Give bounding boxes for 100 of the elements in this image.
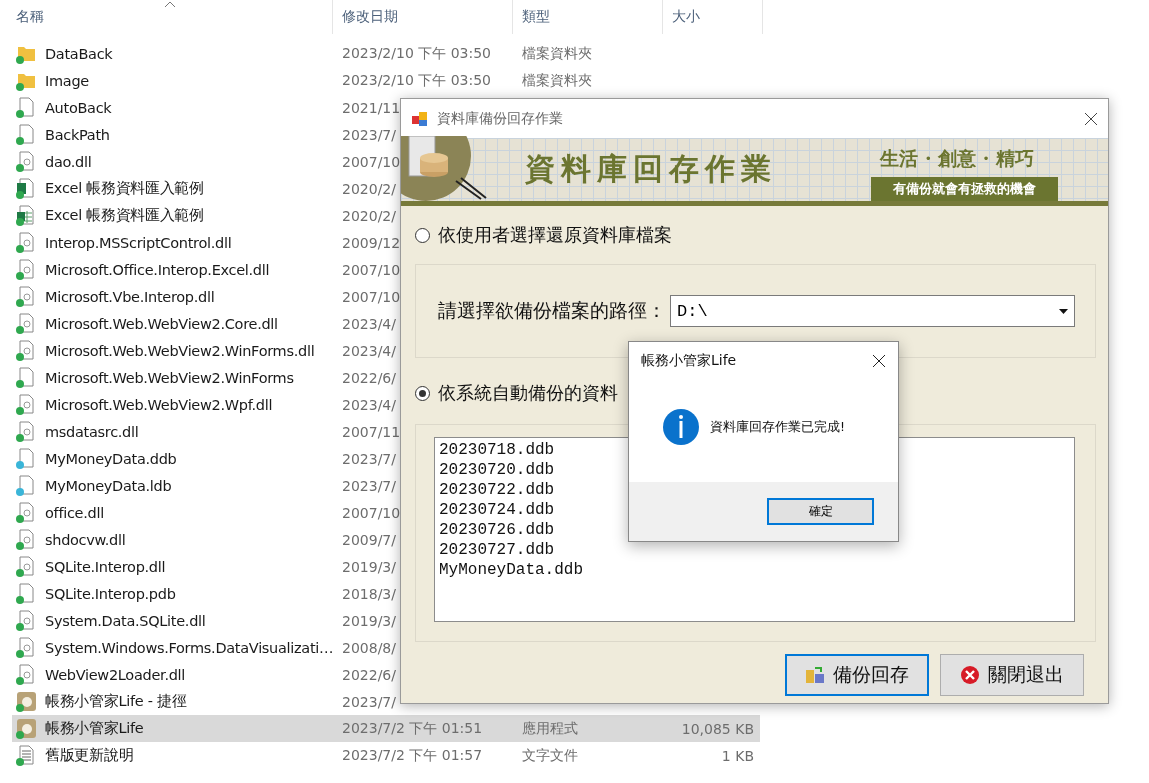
type-cell: 檔案資料夾 — [522, 44, 592, 63]
type-cell: 檔案資料夾 — [522, 71, 592, 90]
date-cell: 2009/7/ — [342, 531, 396, 548]
file-name: Microsoft.Web.WebView2.WinForms — [45, 369, 294, 386]
date-cell: 2023/7/2 下午 01:57 — [342, 746, 483, 765]
date-cell: 2009/12 — [342, 234, 401, 251]
date-cell: 2023/7/2 下午 01:51 — [342, 719, 483, 738]
list-item[interactable]: 20230724.ddb — [439, 500, 555, 520]
file-name: shdocvw.dll — [45, 531, 126, 548]
type-cell: 應用程式 — [522, 719, 578, 738]
database-icon — [805, 665, 825, 685]
message-text: 資料庫回存作業已完成! — [710, 418, 845, 436]
close-icon[interactable] — [872, 354, 886, 368]
file-name: AutoBack — [45, 99, 112, 116]
file-name: MyMoneyData.ddb — [45, 450, 177, 467]
file-name: SQLite.Interop.dll — [45, 558, 166, 575]
dropdown-arrow-icon — [1059, 308, 1068, 314]
file-name: Image — [45, 72, 89, 89]
file-name: MyMoneyData.ldb — [45, 477, 172, 494]
date-cell: 2007/10 — [342, 261, 401, 278]
info-icon — [662, 408, 700, 446]
window-title: 資料庫備份回存作業 — [437, 109, 564, 128]
column-header[interactable]: 修改日期 — [333, 0, 513, 34]
file-name: SQLite.Interop.pdb — [45, 585, 176, 602]
file-name: WebView2Loader.dll — [45, 666, 186, 683]
banner-slogan: 有備份就會有拯救的機會 — [871, 177, 1058, 201]
close-icon — [960, 665, 980, 685]
file-name: office.dll — [45, 504, 104, 521]
date-cell: 2020/2/ — [342, 180, 396, 197]
file-name: 帳務小管家Life - 捷徑 — [45, 692, 187, 711]
file-name: dao.dll — [45, 153, 92, 170]
list-item[interactable]: 20230726.ddb — [439, 520, 555, 540]
file-row[interactable]: System.Windows.Forms.DataVisualizati… 2008/8/ — [12, 634, 760, 661]
file-name: Excel 帳務資料匯入範例 — [45, 179, 204, 198]
date-cell: 2022/6/ — [342, 666, 396, 683]
file-name: 帳務小管家Life — [45, 719, 144, 738]
column-header[interactable]: 類型 — [513, 0, 663, 34]
date-cell: 2020/2/ — [342, 207, 396, 224]
date-cell: 2008/8/ — [342, 639, 396, 656]
file-row[interactable]: 舊版更新說明 2023/7/2 下午 01:57 文字文件 1 KB — [12, 742, 760, 769]
date-cell: 2019/3/ — [342, 558, 396, 575]
list-item[interactable]: MyMoneyData.ddb — [439, 560, 584, 580]
date-cell: 2023/7/ — [342, 126, 396, 143]
file-name: Microsoft.Vbe.Interop.dll — [45, 288, 215, 305]
size-cell: 1 KB — [721, 747, 754, 764]
close-button[interactable]: 關閉退出 — [940, 654, 1084, 696]
file-name: Microsoft.Web.WebView2.Wpf.dll — [45, 396, 273, 413]
file-name: Interop.MSScriptControl.dll — [45, 234, 232, 251]
date-cell: 2023/7/ — [342, 693, 396, 710]
file-row[interactable]: DataBack 2023/2/10 下午 03:50 檔案資料夾 — [12, 40, 760, 67]
ok-button[interactable]: 確定 — [767, 498, 874, 525]
file-name: BackPath — [45, 126, 110, 143]
file-row[interactable]: 帳務小管家Life - 捷徑 2023/7/ — [12, 688, 760, 715]
restore-button[interactable]: 備份回存 — [785, 654, 929, 696]
file-row[interactable]: Microsoft.Office.Interop.Excel.dll 2007/10 — [12, 256, 760, 283]
file-row[interactable]: Image 2023/2/10 下午 03:50 檔案資料夾 — [12, 67, 760, 94]
date-cell: 2023/7/ — [342, 477, 396, 494]
date-cell: 2007/10 — [342, 288, 401, 305]
path-combobox[interactable]: D:\ — [670, 295, 1075, 327]
date-cell: 2018/3/ — [342, 585, 396, 602]
list-item[interactable]: 20230727.ddb — [439, 540, 555, 560]
close-icon[interactable] — [1084, 111, 1098, 126]
banner-tagline: 生活 · 創意 · 精巧 — [880, 146, 1034, 171]
date-cell: 2007/10 — [342, 504, 401, 521]
file-name: System.Data.SQLite.dll — [45, 612, 206, 629]
date-cell: 2023/7/ — [342, 450, 396, 467]
date-cell: 2023/2/10 下午 03:50 — [342, 44, 492, 63]
radio-option[interactable]: 依使用者選擇還原資料庫檔案 — [415, 220, 672, 250]
list-item[interactable]: 20230720.ddb — [439, 460, 555, 480]
message-title: 帳務小管家Life — [641, 352, 737, 370]
radio-icon[interactable] — [415, 227, 430, 243]
file-name: Microsoft.Web.WebView2.Core.dll — [45, 315, 278, 332]
date-cell: 2007/10 — [342, 153, 401, 170]
type-cell: 文字文件 — [522, 746, 578, 765]
file-name: 舊版更新說明 — [45, 746, 134, 765]
radio-icon[interactable] — [415, 385, 430, 401]
date-cell: 2023/4/ — [342, 342, 396, 359]
date-cell: 2007/11 — [342, 423, 401, 440]
list-item[interactable]: 20230718.ddb — [439, 440, 555, 460]
file-name: DataBack — [45, 45, 113, 62]
date-cell: 2021/11 — [342, 99, 401, 116]
file-row[interactable]: WebView2Loader.dll 2022/6/ — [12, 661, 760, 688]
size-cell: 10,085 KB — [681, 720, 754, 737]
radio-option[interactable]: 依系統自動備份的資料 — [415, 378, 618, 408]
file-name: System.Windows.Forms.DataVisualizati… — [45, 639, 334, 656]
app-icon — [411, 109, 429, 128]
date-cell: 2023/4/ — [342, 315, 396, 332]
date-cell: 2023/4/ — [342, 396, 396, 413]
column-header[interactable]: 大小 — [663, 0, 763, 34]
file-name: Microsoft.Web.WebView2.WinForms.dll — [45, 342, 315, 359]
file-name: Microsoft.Office.Interop.Excel.dll — [45, 261, 270, 278]
banner-heading: 資料庫回存作業 — [525, 150, 777, 188]
date-cell: 2019/3/ — [342, 612, 396, 629]
column-header[interactable]: 名稱 — [0, 0, 333, 34]
path-label: 請選擇欲備份檔案的路徑： — [438, 298, 666, 323]
file-row[interactable]: 帳務小管家Life 2023/7/2 下午 01:51 應用程式 10,085 KB — [12, 715, 760, 742]
date-cell: 2022/6/ — [342, 369, 396, 386]
file-name: Excel 帳務資料匯入範例 — [45, 206, 204, 225]
list-item[interactable]: 20230722.ddb — [439, 480, 555, 500]
file-name: msdatasrc.dll — [45, 423, 139, 440]
